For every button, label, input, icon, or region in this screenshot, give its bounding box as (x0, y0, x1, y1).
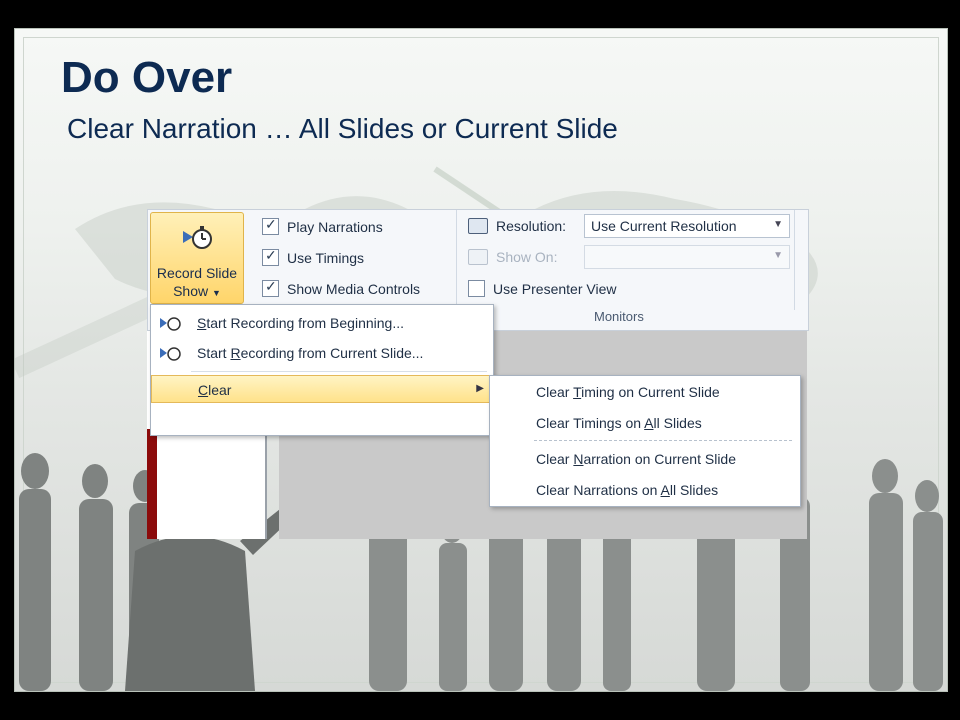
menu-item-label: Clear (198, 382, 231, 398)
record-dropdown-menu: Start Recording from Beginning... Start … (150, 304, 494, 436)
play-narrations-checkbox[interactable]: Play Narrations (262, 216, 383, 235)
menu-text-post: ll Slides (653, 415, 702, 431)
submenu-separator (534, 440, 792, 441)
dropdown-arrow-icon: ▼ (212, 288, 221, 298)
menu-text-accel: T (573, 384, 582, 400)
show-on-dropdown[interactable]: ▼ (584, 245, 790, 269)
monitors-group-label: Monitors (594, 309, 644, 324)
clear-narrations-all-item[interactable]: Clear Narrations on All Slides (536, 482, 718, 498)
menu-text-accel: C (198, 382, 209, 398)
clear-timings-all-item[interactable]: Clear Timings on All Slides (536, 415, 702, 431)
menu-text-accel: S (197, 315, 207, 331)
show-on-row: Show On: (468, 249, 557, 265)
ribbon-group-separator (794, 210, 795, 310)
menu-text-pre: Clear (536, 451, 574, 467)
resolution-row: Resolution: (468, 218, 566, 234)
clear-timing-current-item[interactable]: Clear Timing on Current Slide (536, 384, 720, 400)
resolution-dropdown[interactable]: Use Current Resolution ▼ (584, 214, 790, 238)
checkbox-icon (262, 216, 279, 235)
menu-text-post: arration on Current Slide (583, 451, 737, 467)
video-frame: Do Over Clear Narration … All Slides or … (0, 0, 960, 720)
play-narrations-label: Play Narrations (287, 218, 383, 235)
use-timings-checkbox[interactable]: Use Timings (262, 247, 365, 266)
use-presenter-view-checkbox[interactable]: Use Presenter View (468, 280, 616, 297)
resolution-label: Resolution: (496, 218, 567, 234)
clear-menu-item[interactable]: Clear ▶ (151, 375, 493, 403)
menu-text-post: iming on Current Slide (581, 384, 720, 400)
record-slide-show-button[interactable]: Record Slide Show ▼ (150, 212, 244, 304)
checkbox-icon (262, 278, 279, 297)
menu-text-post: ecording from Current Slide... (240, 345, 424, 361)
clear-narration-current-item[interactable]: Clear Narration on Current Slide (536, 451, 736, 467)
use-timings-label: Use Timings (287, 249, 365, 266)
checkbox-icon (468, 280, 485, 297)
menu-text-pre: Clear (536, 384, 574, 400)
record-stopwatch-icon (183, 226, 212, 249)
submenu-arrow-icon: ▶ (476, 383, 484, 394)
show-on-icon (468, 249, 488, 265)
dropdown-arrow-icon: ▼ (773, 219, 783, 230)
show-media-controls-label: Show Media Controls (287, 280, 421, 297)
start-recording-current-item[interactable]: Start Recording from Current Slide... (151, 339, 493, 367)
dropdown-arrow-icon: ▼ (773, 250, 783, 261)
thumbnail-red-edge (147, 429, 157, 539)
show-on-label: Show On: (496, 249, 558, 265)
slide: Do Over Clear Narration … All Slides or … (14, 28, 948, 692)
menu-text-pre: Start (197, 345, 231, 361)
start-recording-beginning-item[interactable]: Start Recording from Beginning... (151, 309, 493, 337)
menu-text-pre: Clear Timings on (536, 415, 645, 431)
menu-item-label: Start Recording from Beginning... (197, 315, 404, 331)
slide-title: Do Over (61, 53, 233, 102)
record-stopwatch-icon (160, 347, 181, 361)
show-media-controls-checkbox[interactable]: Show Media Controls (262, 278, 421, 297)
menu-separator (191, 371, 487, 372)
record-button-label-2: Show ▼ (151, 283, 243, 299)
resolution-value: Use Current Resolution (591, 218, 737, 234)
ribbon-group-separator (456, 210, 457, 310)
record-button-label-1: Record Slide (156, 265, 238, 281)
menu-text-accel: A (660, 482, 670, 498)
resolution-icon (468, 218, 488, 234)
clear-submenu: Clear Timing on Current Slide Clear Timi… (489, 375, 801, 507)
menu-text-post: tart Recording from Beginning... (206, 315, 404, 331)
record-stopwatch-icon (160, 317, 181, 331)
use-presenter-view-label: Use Presenter View (493, 280, 617, 297)
menu-text-pre: Clear Narrations on (536, 482, 661, 498)
slide-subtitle: Clear Narration … All Slides or Current … (67, 113, 618, 144)
menu-item-label: Start Recording from Current Slide... (197, 345, 423, 361)
menu-text-post: ll Slides (669, 482, 719, 498)
checkbox-icon (262, 247, 279, 266)
menu-text-accel: A (644, 415, 654, 431)
menu-text-accel: R (230, 345, 241, 361)
record-button-label-2-text: Show (173, 283, 209, 299)
menu-text-accel: N (573, 451, 584, 467)
menu-text-post: lear (208, 382, 232, 398)
